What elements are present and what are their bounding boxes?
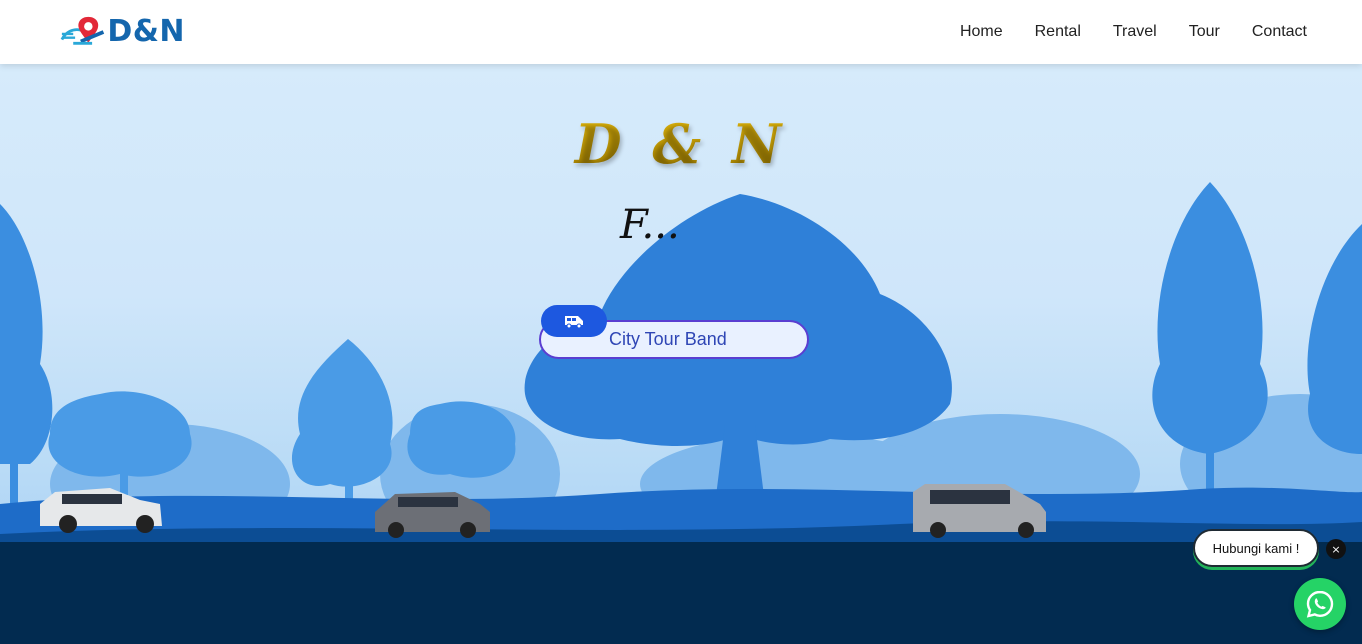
- logo-text: D&N: [107, 14, 185, 49]
- hero-title: D & N: [0, 112, 1362, 176]
- whatsapp-icon: [1306, 590, 1334, 618]
- van-icon: [541, 305, 607, 337]
- nav-link-contact[interactable]: Contact: [1252, 23, 1307, 41]
- navbar: D&N Home Rental Travel Tour Contact: [0, 0, 1362, 64]
- ground-band: [0, 542, 1362, 644]
- nav-link-rental[interactable]: Rental: [1035, 23, 1081, 41]
- logo[interactable]: D&N: [60, 14, 185, 50]
- main-nav: Home Rental Travel Tour Contact: [928, 0, 1307, 64]
- service-label: City Tour Band: [609, 329, 727, 349]
- close-bubble-button[interactable]: ×: [1326, 539, 1346, 559]
- hero-script-text: F...: [620, 202, 680, 248]
- whatsapp-button[interactable]: [1294, 578, 1346, 630]
- location-pin-icon: [60, 16, 105, 45]
- nav-link-home[interactable]: Home: [960, 23, 1003, 41]
- nav-link-tour[interactable]: Tour: [1189, 23, 1220, 41]
- nav-link-travel[interactable]: Travel: [1113, 23, 1157, 41]
- contact-bubble[interactable]: Hubungi kami !: [1193, 529, 1319, 567]
- hero-section: D & N F... City Tour Band: [0, 64, 1362, 644]
